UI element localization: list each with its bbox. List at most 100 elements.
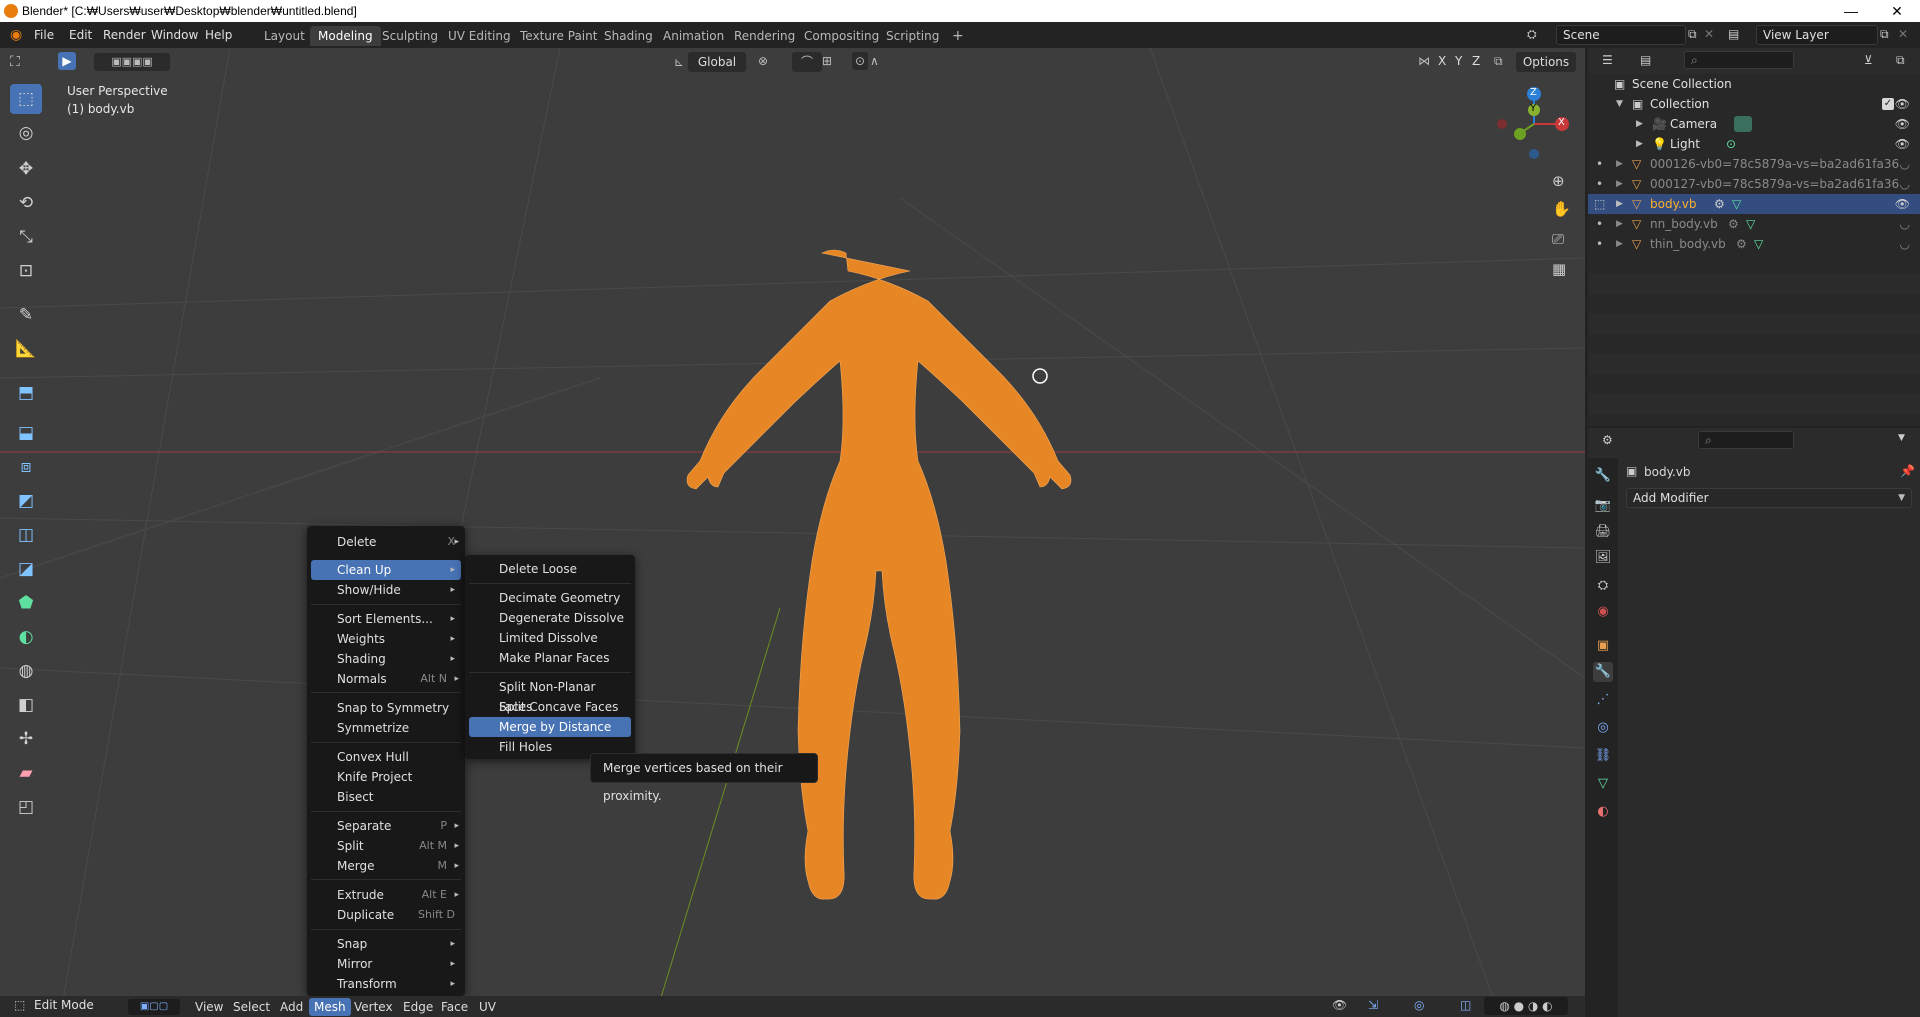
menu-edge[interactable]: Edge [398, 998, 438, 1016]
extrude-tool-icon[interactable]: ⬓ [10, 418, 42, 448]
pivot-point-icon[interactable]: ⊗ [758, 54, 768, 68]
edge-slide-tool-icon[interactable]: ◧ [10, 690, 42, 720]
add-workspace-button[interactable]: + [944, 26, 972, 46]
particles-tab-icon[interactable]: ⋰ [1593, 690, 1613, 710]
menu-item-knife-project[interactable]: Knife Project [311, 767, 461, 787]
transform-tool-icon[interactable]: ⊡ [10, 256, 42, 286]
outliner-editor-icon[interactable]: ☰ [1602, 53, 1613, 67]
measure-tool-icon[interactable]: 📐 [10, 334, 42, 364]
select-box-tool-icon[interactable]: ⬚ [10, 84, 42, 114]
menu-help[interactable]: Help [205, 28, 232, 42]
menu-item-snap-to-symmetry[interactable]: Snap to Symmetry [311, 698, 461, 718]
expand-arrow-icon[interactable]: ▶ [1616, 214, 1623, 234]
minimize-button[interactable]: — [1828, 0, 1874, 22]
view-layer-field[interactable]: View Layer [1756, 25, 1878, 45]
constraints-tab-icon[interactable]: ⛓ [1593, 746, 1613, 766]
outliner-row-light[interactable]: ▶ 💡 Light ⊙ 👁 [1588, 134, 1920, 154]
expand-arrow-icon[interactable]: ▶ [1616, 194, 1623, 214]
properties-search-input[interactable]: ⌕ [1698, 431, 1794, 449]
expand-arrow-icon[interactable]: ▶ [1616, 234, 1623, 254]
menu-add[interactable]: Add [275, 998, 308, 1016]
edit-mode-icon[interactable]: ⬚ [1594, 194, 1605, 214]
menu-item-show-hide[interactable]: Show/Hide ▸ [311, 580, 461, 600]
editor-type-icon[interactable]: ⛶ [10, 54, 20, 70]
outliner-row-collection[interactable]: ▼ ▣ Collection ✓ 👁 [1588, 94, 1920, 114]
menu-item-extrude[interactable]: Extrude Alt E ▸ [311, 885, 461, 905]
cursor-tool-icon[interactable]: ◎ [10, 118, 42, 148]
menu-select[interactable]: Select [228, 998, 275, 1016]
menu-item-snap[interactable]: Snap ▸ [311, 934, 461, 954]
close-button[interactable]: ✕ [1874, 0, 1920, 22]
menu-item-transform[interactable]: Transform ▸ [311, 974, 461, 994]
pin-icon[interactable]: 📌 [1900, 464, 1915, 478]
expand-arrow-icon[interactable]: ▼ [1616, 94, 1623, 114]
view-layer-tab-icon[interactable]: 🖼 [1593, 548, 1613, 568]
new-collection-icon[interactable]: ⧉ [1896, 53, 1905, 68]
modifier-tab-icon[interactable]: 🔧 [1593, 662, 1613, 682]
physics-tab-icon[interactable]: ◎ [1593, 718, 1613, 738]
tab-modeling[interactable]: Modeling [310, 26, 381, 46]
properties-editor-icon[interactable]: ⚙ [1602, 433, 1613, 447]
zoom-icon[interactable]: ⊕ [1552, 172, 1565, 190]
menu-item-split-concave-faces[interactable]: Split Concave Faces [469, 697, 631, 717]
view-layer-icon[interactable]: ▤ [1728, 27, 1739, 41]
menu-item-delete[interactable]: Delete X ▸ [311, 532, 461, 552]
knife-tool-icon[interactable]: ◪ [10, 554, 42, 584]
eye-closed-icon[interactable]: ◡ [1900, 214, 1910, 234]
transform-orientation-dropdown[interactable]: Global [688, 52, 746, 72]
menu-item-sort-elements[interactable]: Sort Elements... ▸ [311, 609, 461, 629]
menu-item-weights[interactable]: Weights ▸ [311, 629, 461, 649]
outliner-row-nn-body-vb[interactable]: • ▶ ▽ nn_body.vb ⚙ ▽ ◡ [1588, 214, 1920, 234]
eye-closed-icon[interactable]: ◡ [1900, 154, 1910, 174]
visibility-icon[interactable]: 👁 [1332, 998, 1347, 1012]
mirror-x-toggle[interactable]: X [1438, 54, 1446, 68]
scene-icon[interactable]: ⛭ [1527, 27, 1537, 42]
snap-toggle-icon[interactable]: ⌒ [792, 52, 822, 72]
outliner-row-thin-body-vb[interactable]: • ▶ ▽ thin_body.vb ⚙ ▽ ◡ [1588, 234, 1920, 254]
menu-item-symmetrize[interactable]: Symmetrize [311, 718, 461, 738]
mirror-icon[interactable]: ⋈ [1418, 54, 1430, 68]
modifier-icon[interactable]: ⚙ [1728, 214, 1739, 234]
shear-tool-icon[interactable]: ▰ [10, 758, 42, 788]
tab-rendering[interactable]: Rendering [726, 26, 803, 46]
menu-item-mirror[interactable]: Mirror ▸ [311, 954, 461, 974]
delete-scene-icon[interactable]: ✕ [1704, 27, 1714, 41]
menu-item-make-planar-faces[interactable]: Make Planar Faces [469, 648, 631, 668]
camera-view-icon[interactable]: ⎚ [1552, 230, 1564, 248]
eye-icon[interactable]: 👁 [1895, 194, 1910, 214]
smooth-tool-icon[interactable]: ◍ [10, 656, 42, 686]
light-data-icon[interactable]: ⊙ [1726, 134, 1736, 154]
tab-layout[interactable]: Layout [256, 26, 313, 46]
select-mode-toggles[interactable]: ▣▢▢ [128, 999, 180, 1015]
menu-item-shading[interactable]: Shading ▸ [311, 649, 461, 669]
3d-viewport[interactable]: User Perspective (1) body.vb Z Y X ⊕ ✋ ⎚… [0, 48, 1585, 1017]
eye-icon[interactable]: 👁 [1895, 134, 1910, 154]
select-mode-buttons[interactable]: ▣▣▣▣ [94, 53, 170, 71]
snap-target-icon[interactable]: ⊞ [822, 54, 832, 68]
outliner-row-camera[interactable]: ▶ 🎥 Camera 👁 [1588, 114, 1920, 134]
eye-icon[interactable]: 👁 [1895, 114, 1910, 134]
tab-animation[interactable]: Animation [655, 26, 732, 46]
mesh-data-icon[interactable]: ▽ [1746, 214, 1755, 234]
menu-vertex[interactable]: Vertex [349, 998, 398, 1016]
menu-item-split[interactable]: Split Alt M ▸ [311, 836, 461, 856]
menu-window[interactable]: Window [151, 28, 198, 42]
bevel-tool-icon[interactable]: ◩ [10, 486, 42, 516]
menu-file[interactable]: File [34, 28, 54, 42]
eye-icon[interactable]: 👁 [1895, 94, 1910, 114]
rotate-tool-icon[interactable]: ⟲ [10, 188, 42, 218]
menu-edit[interactable]: Edit [69, 28, 92, 42]
mesh-data-icon[interactable]: ▽ [1732, 194, 1741, 214]
menu-item-merge[interactable]: Merge M ▸ [311, 856, 461, 876]
tab-texture-paint[interactable]: Texture Paint [512, 26, 605, 46]
tab-shading[interactable]: Shading [596, 26, 661, 46]
world-tab-icon[interactable]: ◉ [1593, 602, 1613, 622]
tab-sculpting[interactable]: Sculpting [374, 26, 446, 46]
modifier-icon[interactable]: ⚙ [1714, 194, 1725, 214]
menu-item-normals[interactable]: Normals Alt N ▸ [311, 669, 461, 689]
delete-view-layer-icon[interactable]: ✕ [1898, 27, 1908, 41]
rip-region-tool-icon[interactable]: ◰ [10, 792, 42, 822]
menu-item-separate[interactable]: Separate P ▸ [311, 816, 461, 836]
menu-item-convex-hull[interactable]: Convex Hull [311, 747, 461, 767]
tab-compositing[interactable]: Compositing [796, 26, 887, 46]
